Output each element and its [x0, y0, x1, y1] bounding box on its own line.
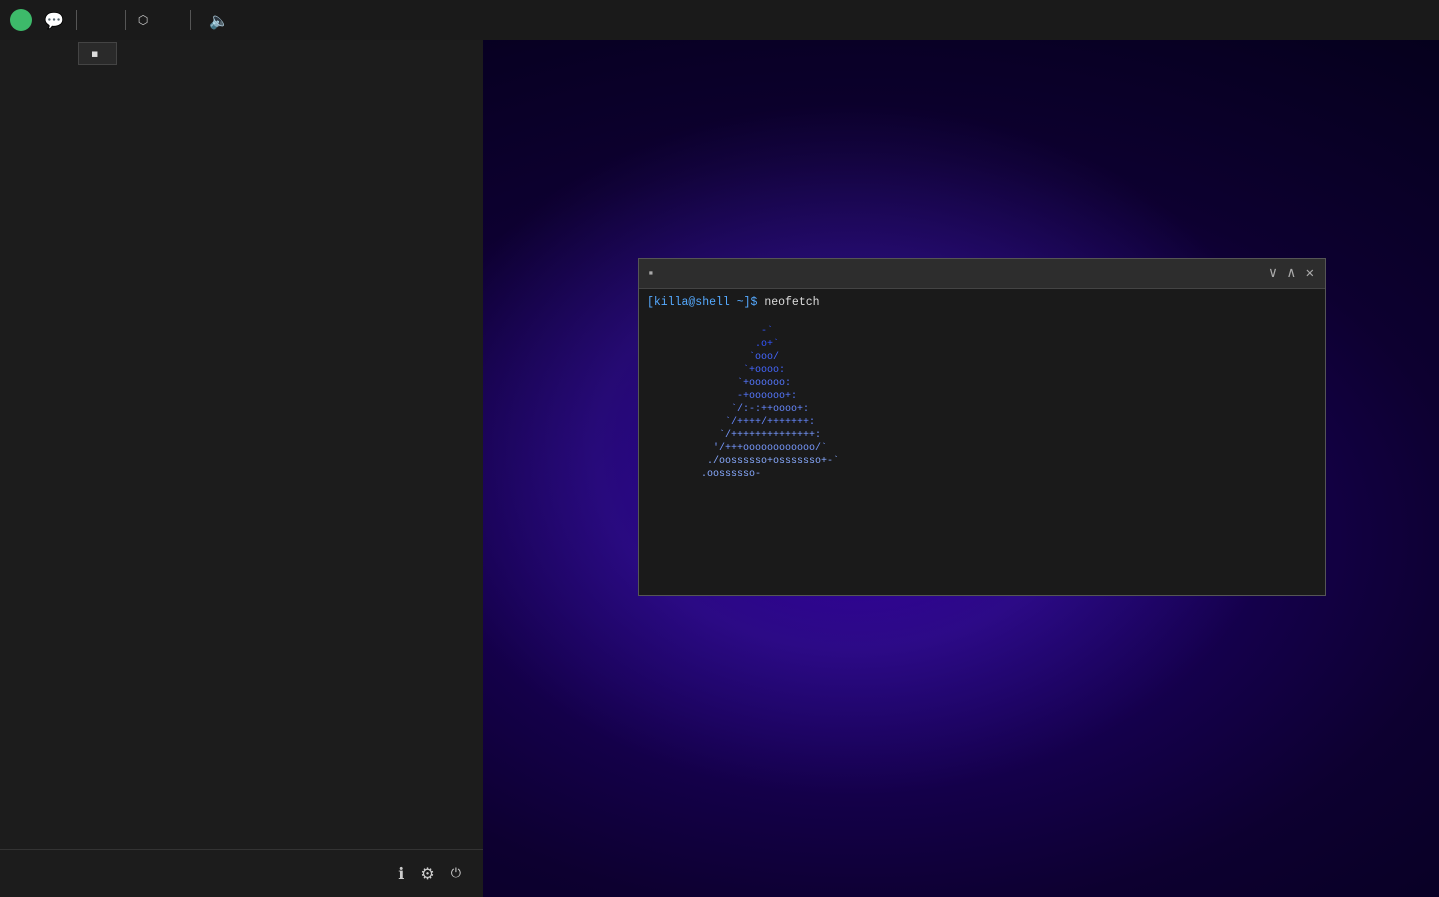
panel-separator-1 — [76, 10, 77, 30]
wired-icon: ⬡ — [138, 13, 148, 27]
terminal-titlebar[interactable]: ▪ ∨ ∧ ✕ — [639, 259, 1325, 289]
terminal-command: neofetch — [757, 296, 819, 309]
terminal-prompt: [killa@shell ~]$ — [647, 296, 757, 309]
neofetch-ascii-art: -` .o+` `ooo/ `+oooo: `+oooooo: -+oooooo… — [647, 312, 927, 481]
gateway-title — [0, 80, 483, 105]
top-panel: 💬 ⬡ 🔈 — [0, 0, 1439, 40]
end-session-icon: ⏻ — [451, 866, 461, 881]
panel-separator-3 — [190, 10, 191, 30]
settings-icon[interactable]: ⚙ — [420, 864, 434, 883]
terminal-body: [killa@shell ~]$ neofetch -` .o+` `ooo/ … — [639, 289, 1325, 595]
taskbar-terminal-item[interactable]: ▪ — [78, 42, 117, 65]
terminal-close-button[interactable]: ✕ — [1303, 265, 1317, 282]
taskbar-terminal-icon: ▪ — [91, 47, 98, 60]
bottom-bar: ℹ ⚙ ⏻ — [0, 849, 483, 897]
terminal-window-icon: ▪ — [647, 266, 655, 281]
message-icon: 💬 — [44, 11, 64, 30]
chat-status-icon — [10, 9, 32, 31]
gateway-panel: ℹ ⚙ ⏻ — [0, 0, 483, 897]
terminal-minimize-button[interactable]: ∨ — [1266, 265, 1280, 282]
panel-left: 💬 ⬡ 🔈 — [10, 9, 1429, 31]
end-session-button[interactable]: ⏻ — [451, 866, 467, 881]
terminal-window: ▪ ∨ ∧ ✕ [killa@shell ~]$ neofetch -` .o+… — [638, 258, 1326, 596]
app-list — [0, 105, 483, 861]
terminal-neofetch-art: [killa@shell ~]$ neofetch -` .o+` `ooo/ … — [647, 295, 927, 589]
info-icon[interactable]: ℹ — [398, 864, 404, 883]
terminal-controls: ∨ ∧ ✕ — [1266, 265, 1317, 282]
panel-separator-2 — [125, 10, 126, 30]
terminal-maximize-button[interactable]: ∧ — [1284, 265, 1298, 282]
volume-icon[interactable]: 🔈 — [209, 11, 229, 30]
